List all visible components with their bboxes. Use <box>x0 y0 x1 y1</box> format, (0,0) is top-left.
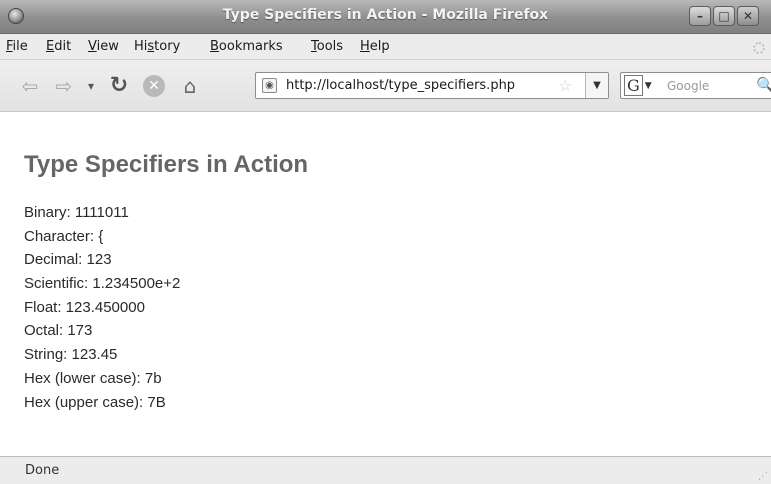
menu-edit[interactable]: Edit <box>46 39 71 54</box>
bookmark-star-icon[interactable]: ☆ <box>558 76 572 95</box>
url-bar[interactable]: ◉ http://localhost/type_specifiers.php ☆… <box>255 72 609 99</box>
menu-view-mnemonic: V <box>88 39 97 54</box>
browser-window: Type Specifiers in Action - Mozilla Fire… <box>0 0 771 484</box>
resize-grip-icon[interactable]: ⋰ <box>758 471 768 482</box>
menu-file[interactable]: File <box>6 39 28 54</box>
menu-bookmarks-rest: ookmarks <box>218 39 283 54</box>
back-arrow-icon[interactable]: ⇦ <box>18 74 42 98</box>
google-engine-icon: G <box>624 75 643 96</box>
minimize-button[interactable]: – <box>689 6 711 26</box>
url-history-dropdown-button[interactable]: ▼ <box>585 73 608 98</box>
output-lines: Binary: 1111011 Character: { Decimal: 12… <box>24 201 180 414</box>
stop-icon[interactable]: ✕ <box>143 75 165 97</box>
output-line-float: Float: 123.450000 <box>24 298 145 316</box>
page-favicon-icon: ◉ <box>262 78 277 93</box>
output-line-string: String: 123.45 <box>24 346 118 364</box>
search-magnifier-icon[interactable]: 🔍 <box>756 76 771 94</box>
search-engine-selector[interactable]: G ▼ <box>624 75 654 96</box>
menu-bar: File Edit View History Bookmarks Tools H… <box>0 34 771 60</box>
search-bar[interactable]: G ▼ Google 🔍 <box>620 72 771 99</box>
maximize-button[interactable]: □ <box>713 6 735 26</box>
page-title: Type Specifiers in Action <box>24 151 309 178</box>
output-line-character: Character: { <box>24 227 104 245</box>
output-line-hex-upper: Hex (upper case): 7B <box>24 393 166 411</box>
menu-tools[interactable]: Tools <box>311 39 343 54</box>
engine-caret-icon: ▼ <box>644 81 652 91</box>
dropdown-caret-icon[interactable]: ▾ <box>84 74 98 98</box>
menu-view[interactable]: View <box>88 39 119 54</box>
output-line-hex-lower: Hex (lower case): 7b <box>24 369 162 387</box>
close-button[interactable]: ✕ <box>737 6 759 26</box>
forward-arrow-icon[interactable]: ⇨ <box>52 74 76 98</box>
navigation-toolbar: ⇦ ⇨ ▾ ↻ ✕ ⌂ ◉ http://localhost/type_spec… <box>0 60 771 112</box>
menu-help[interactable]: Help <box>360 39 390 54</box>
menu-edit-mnemonic: E <box>46 39 55 54</box>
output-line-decimal: Decimal: 123 <box>24 251 112 269</box>
menu-help-mnemonic: H <box>360 39 370 54</box>
menu-history-rest: tory <box>154 39 181 54</box>
page-content: Type Specifiers in Action Binary: 111101… <box>0 113 771 456</box>
output-line-octal: Octal: 173 <box>24 322 93 340</box>
output-line-binary: Binary: 1111011 <box>24 204 129 221</box>
menu-view-rest: iew <box>96 39 119 54</box>
status-text: Done <box>25 463 60 478</box>
menu-history[interactable]: History <box>134 39 180 54</box>
menu-bookmarks-mnemonic: B <box>210 39 219 54</box>
activity-throbber-icon <box>753 42 765 54</box>
menu-bookmarks[interactable]: Bookmarks <box>210 39 283 54</box>
title-bar[interactable]: Type Specifiers in Action - Mozilla Fire… <box>0 0 771 34</box>
menu-tools-rest: ools <box>316 39 344 54</box>
output-line-scientific: Scientific: 1.234500e+2 <box>24 275 181 293</box>
url-input[interactable]: http://localhost/type_specifiers.php <box>286 78 515 93</box>
menu-history-pre: Hi <box>134 39 148 54</box>
window-title: Type Specifiers in Action - Mozilla Fire… <box>222 7 549 23</box>
status-bar: Done ⋰ <box>0 456 771 484</box>
reload-icon[interactable]: ↻ <box>107 74 131 98</box>
menu-file-rest: ile <box>12 39 28 54</box>
home-icon[interactable]: ⌂ <box>178 74 202 98</box>
menu-edit-rest: dit <box>54 39 72 54</box>
menu-help-rest: elp <box>369 39 390 54</box>
search-input[interactable]: Google <box>667 79 709 93</box>
